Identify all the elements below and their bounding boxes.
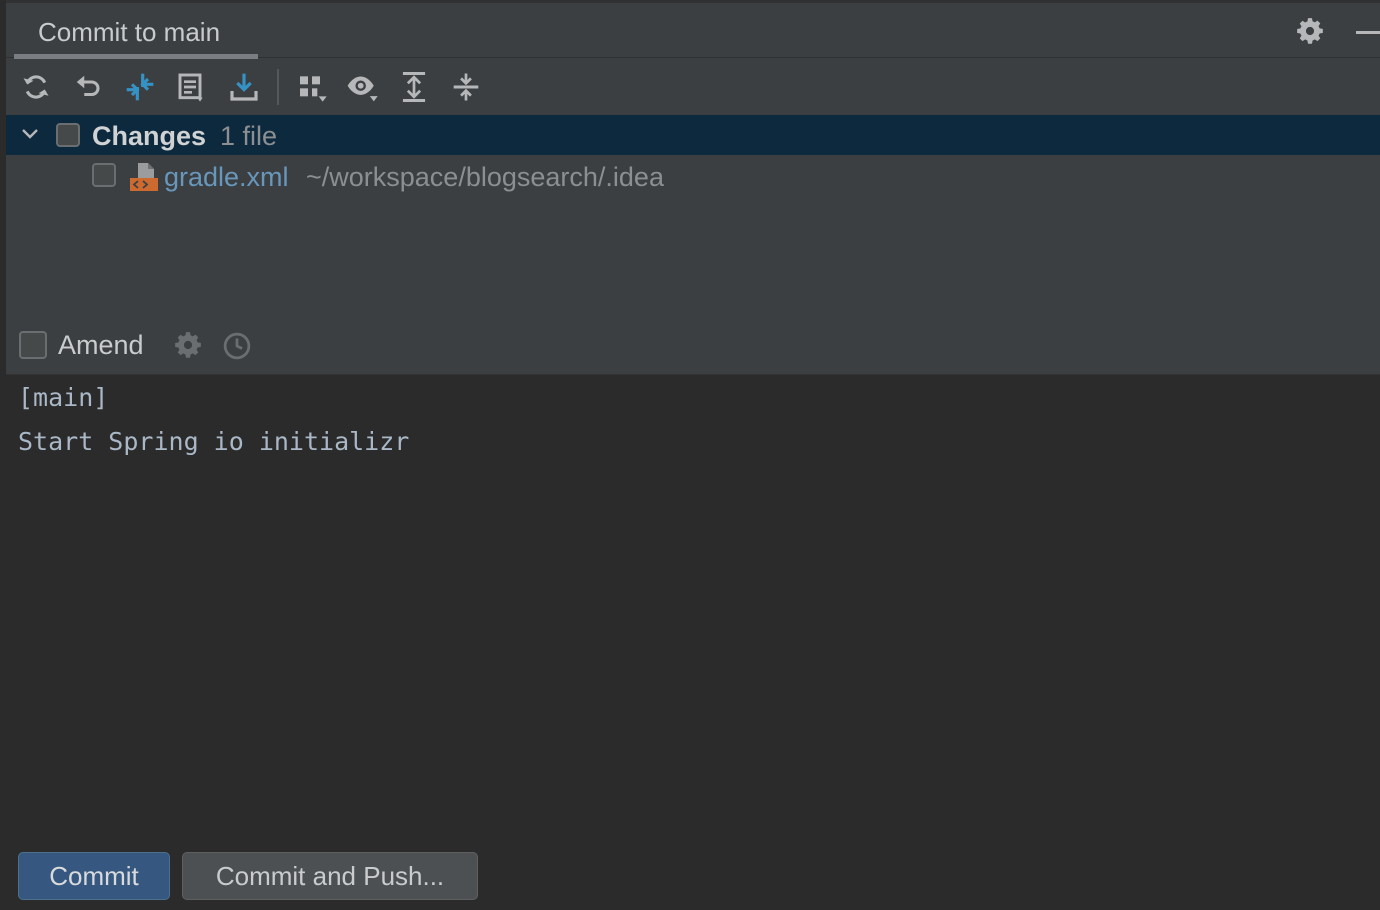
view-options-icon [347, 76, 378, 102]
view-options-button[interactable] [342, 67, 382, 107]
shelve-button[interactable] [224, 67, 264, 107]
changelist-icon [178, 73, 203, 102]
amend-checkbox[interactable] [19, 331, 47, 359]
refresh-icon [23, 75, 49, 99]
file-checkbox[interactable] [92, 163, 116, 187]
commit-and-push-button[interactable]: Commit and Push... [182, 852, 478, 900]
changes-label: Changes [92, 121, 207, 151]
group-by-icon [300, 76, 327, 102]
toolbar [6, 59, 1380, 115]
rollback-button[interactable] [68, 67, 108, 107]
collapse-all-button[interactable] [446, 67, 486, 107]
commit-message-editor[interactable]: [main] Start Spring io initializr [6, 374, 1380, 845]
panel-header: Commit to main [6, 0, 1380, 59]
commit-message-line: Start Spring io initializr [18, 427, 410, 456]
xml-file-icon [130, 163, 158, 191]
collapse-all-icon [453, 73, 479, 101]
amend-bar: Amend [6, 318, 1380, 374]
tab-commit[interactable]: Commit to main [14, 3, 258, 59]
tab-title: Commit to main [38, 17, 221, 47]
changelist-button[interactable] [172, 67, 212, 107]
amend-label: Amend [58, 330, 144, 360]
rollback-icon [76, 75, 100, 96]
gear-icon[interactable] [1296, 17, 1324, 45]
changes-checkbox[interactable] [56, 123, 80, 147]
changes-group-row[interactable]: Changes 1 file [6, 115, 1380, 155]
commit-button[interactable]: Commit [18, 852, 170, 900]
expand-all-button[interactable] [394, 67, 434, 107]
download-icon [230, 73, 258, 101]
group-by-button[interactable] [292, 67, 332, 107]
refresh-button[interactable] [16, 67, 56, 107]
toolbar-separator [277, 69, 279, 105]
file-name[interactable]: gradle.xml [164, 162, 289, 193]
changes-tree: Changes 1 file gradle.xml ~/workspace/bl… [6, 115, 1380, 300]
commit-options-gear-icon[interactable] [174, 331, 202, 359]
chevron-down-icon[interactable] [20, 124, 40, 144]
commit-message-line: [main] [18, 383, 109, 412]
history-icon[interactable] [222, 331, 252, 361]
file-path: ~/workspace/blogsearch/.idea [306, 162, 664, 192]
changes-count: 1 file [220, 121, 278, 151]
expand-all-icon [402, 71, 426, 103]
commit-actions: Commit Commit and Push... [6, 844, 1380, 910]
minimize-icon[interactable] [1356, 31, 1380, 34]
show-diff-icon [126, 73, 154, 101]
show-diff-button[interactable] [120, 67, 160, 107]
